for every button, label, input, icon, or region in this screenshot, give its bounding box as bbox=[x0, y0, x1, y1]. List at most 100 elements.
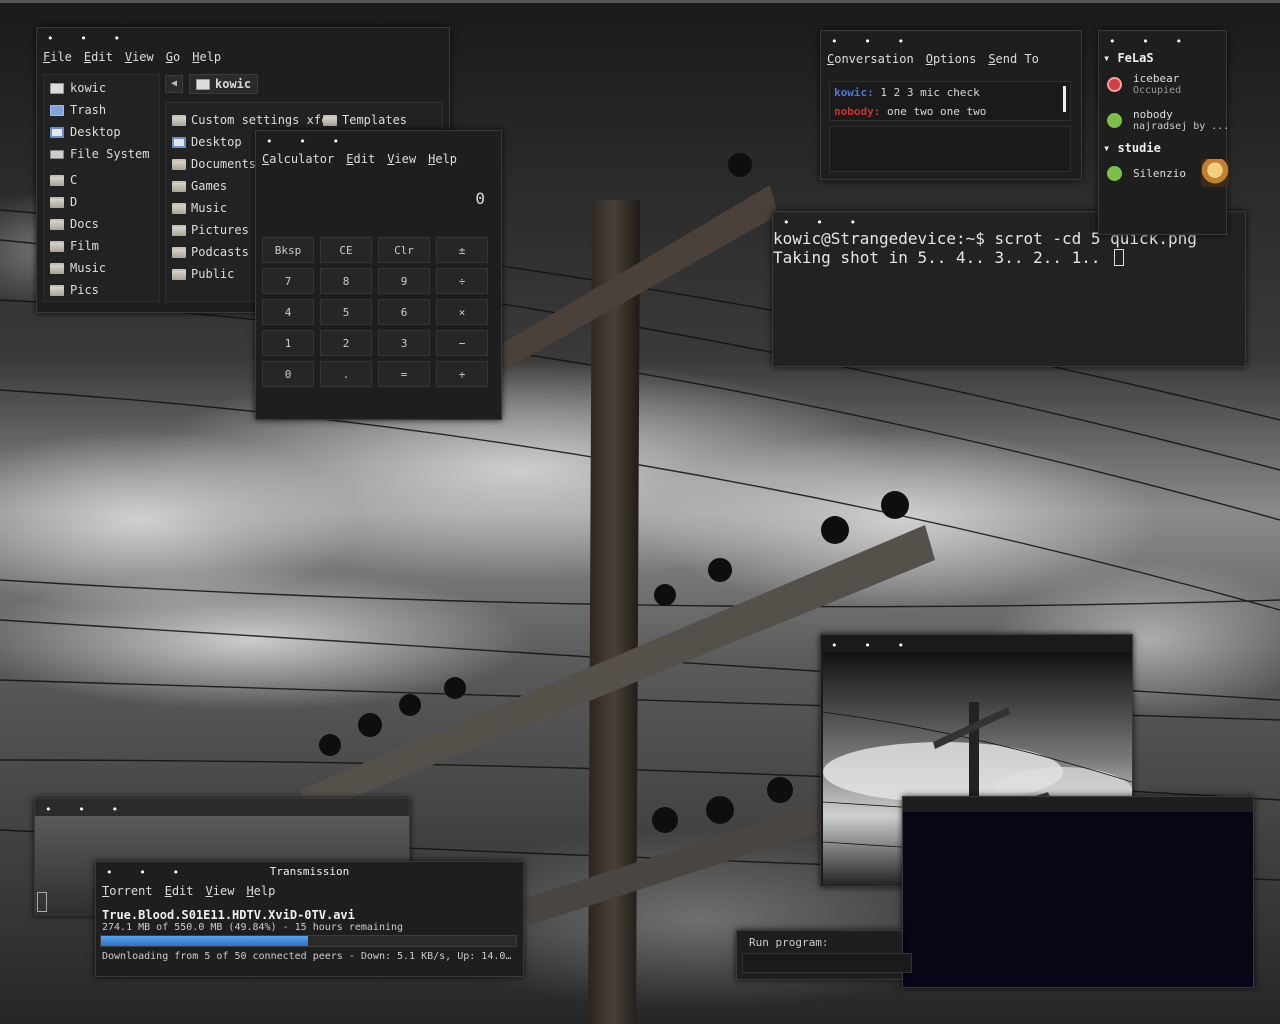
calc-button-nine[interactable]: 9 bbox=[378, 268, 430, 294]
window-controls[interactable]: • • • bbox=[266, 136, 349, 148]
calc-button-eight[interactable]: 8 bbox=[320, 268, 372, 294]
sidebar-item-c[interactable]: C bbox=[50, 171, 77, 189]
buddy-item[interactable]: nobody najradsej by ... bbox=[1107, 107, 1228, 137]
buddy-item[interactable]: icebear Occupied bbox=[1107, 71, 1225, 101]
menu-view[interactable]: View bbox=[387, 152, 416, 166]
chat-log: kowic: 1 2 3 mic check nobody: one two o… bbox=[829, 81, 1071, 121]
file-item-label: Documents bbox=[191, 157, 257, 171]
file-item-label: Games bbox=[191, 179, 228, 193]
calc-button-multiply[interactable]: × bbox=[436, 299, 488, 325]
menu-view[interactable]: View bbox=[206, 884, 235, 898]
file-item[interactable]: Documents bbox=[172, 155, 256, 173]
chat-input[interactable] bbox=[829, 126, 1071, 172]
menu-calculator[interactable]: Calculator bbox=[262, 152, 334, 166]
calc-button-six[interactable]: 6 bbox=[378, 299, 430, 325]
window-controls[interactable]: • • • bbox=[1109, 36, 1192, 48]
calc-button-plus-minus[interactable]: ± bbox=[436, 237, 488, 263]
folder-icon bbox=[50, 262, 64, 274]
calc-button-plus[interactable]: + bbox=[436, 361, 488, 387]
calc-button-backspace[interactable]: Bksp bbox=[262, 237, 314, 263]
file-item[interactable]: Music bbox=[172, 199, 227, 217]
chat-text: one two one two bbox=[886, 105, 987, 118]
sidebar-item-film[interactable]: Film bbox=[50, 237, 99, 255]
run-program-input[interactable] bbox=[742, 953, 912, 973]
calc-button-seven[interactable]: 7 bbox=[262, 268, 314, 294]
calc-button-one[interactable]: 1 bbox=[262, 330, 314, 356]
buddy-item[interactable]: Silenzio bbox=[1107, 159, 1229, 189]
window-controls[interactable]: • • • bbox=[47, 33, 130, 45]
menu-help[interactable]: Help bbox=[246, 884, 275, 898]
menu-torrent[interactable]: Torrent bbox=[102, 884, 153, 898]
chat-scrollbar[interactable] bbox=[1063, 86, 1066, 112]
avatar bbox=[1201, 159, 1229, 187]
buddy-name: nobody bbox=[1133, 108, 1173, 121]
back-arrow-icon[interactable]: ◀ bbox=[165, 75, 183, 93]
window-controls[interactable]: • • • bbox=[783, 217, 866, 229]
chat-text: 1 2 3 mic check bbox=[880, 86, 980, 99]
menu-go[interactable]: Go bbox=[166, 50, 180, 64]
calc-button-three[interactable]: 3 bbox=[378, 330, 430, 356]
run-program-dialog[interactable]: Run program: bbox=[736, 930, 912, 980]
home-folder-icon bbox=[50, 82, 64, 94]
folder-icon bbox=[172, 268, 186, 280]
file-item-label: Music bbox=[191, 201, 228, 215]
calc-button-equals[interactable]: = bbox=[378, 361, 430, 387]
menu-send-to[interactable]: Send To bbox=[988, 52, 1039, 66]
calc-button-clear-entry[interactable]: CE bbox=[320, 237, 372, 263]
file-item[interactable]: Custom settings xfce bbox=[172, 111, 336, 129]
file-item[interactable]: Games bbox=[172, 177, 227, 195]
available-icon bbox=[1107, 166, 1122, 181]
calc-button-zero[interactable]: 0 bbox=[262, 361, 314, 387]
calculator-window[interactable]: • • • Calculator Edit View Help 0 Bksp CE… bbox=[255, 130, 502, 420]
sidebar-item-label: C bbox=[70, 173, 78, 187]
calc-button-decimal[interactable]: . bbox=[320, 361, 372, 387]
window-controls[interactable]: • • • bbox=[831, 640, 914, 652]
calc-button-clear[interactable]: Clr bbox=[378, 237, 430, 263]
buddy-group-felas[interactable]: ▾ FeLaS bbox=[1103, 51, 1154, 65]
folder-icon bbox=[50, 240, 64, 252]
home-folder-icon bbox=[196, 78, 210, 90]
calc-button-minus[interactable]: − bbox=[436, 330, 488, 356]
transmission-window[interactable]: • • • Transmission Torrent Edit View Hel… bbox=[95, 861, 524, 977]
calc-button-two[interactable]: 2 bbox=[320, 330, 372, 356]
menu-edit[interactable]: Edit bbox=[165, 884, 194, 898]
menu-edit[interactable]: Edit bbox=[346, 152, 375, 166]
dark-window[interactable] bbox=[902, 796, 1254, 988]
sidebar-item-music[interactable]: Music bbox=[50, 259, 106, 277]
window-controls[interactable]: • • • bbox=[45, 804, 128, 816]
sidebar-item-d[interactable]: D bbox=[50, 193, 77, 211]
calc-button-five[interactable]: 5 bbox=[320, 299, 372, 325]
sidebar-item-pics[interactable]: Pics bbox=[50, 281, 99, 299]
calc-button-divide[interactable]: ÷ bbox=[436, 268, 488, 294]
empty-window-handle[interactable] bbox=[37, 892, 47, 912]
trash-icon bbox=[50, 104, 64, 116]
sidebar-item-docs[interactable]: Docs bbox=[50, 215, 99, 233]
file-item[interactable]: Desktop bbox=[172, 133, 242, 151]
file-item-label: Templates bbox=[342, 113, 408, 127]
folder-icon bbox=[172, 224, 186, 236]
calc-button-four[interactable]: 4 bbox=[262, 299, 314, 325]
torrent-name[interactable]: True.Blood.S01E11.HDTV.XviD-0TV.avi bbox=[102, 908, 355, 922]
chat-window[interactable]: • • • Conversation Options Send To kowic… bbox=[820, 30, 1082, 180]
menu-edit[interactable]: Edit bbox=[84, 50, 113, 64]
folder-icon bbox=[50, 284, 64, 296]
buddy-list-window[interactable]: • • • ▾ FeLaS icebear Occupied nobody na… bbox=[1098, 30, 1229, 235]
menu-help[interactable]: Help bbox=[428, 152, 457, 166]
sidebar-item-desktop[interactable]: Desktop bbox=[50, 123, 121, 141]
sidebar-item-filesystem[interactable]: File System bbox=[50, 145, 149, 163]
buddy-group-studie[interactable]: ▾ studie bbox=[1103, 141, 1161, 155]
file-item[interactable]: Public bbox=[172, 265, 234, 283]
menu-options[interactable]: Options bbox=[926, 52, 977, 66]
menu-file[interactable]: File bbox=[43, 50, 72, 64]
menu-view[interactable]: View bbox=[125, 50, 154, 64]
breadcrumb-current[interactable]: kowic bbox=[189, 74, 259, 94]
menu-help[interactable]: Help bbox=[192, 50, 221, 64]
file-item[interactable]: Podcasts bbox=[172, 243, 249, 261]
file-item[interactable]: Pictures bbox=[172, 221, 249, 239]
window-controls[interactable]: • • • bbox=[831, 36, 914, 48]
menu-conversation[interactable]: Conversation bbox=[827, 52, 914, 66]
sidebar-item-trash[interactable]: Trash bbox=[50, 101, 106, 119]
sidebar-item-kowic[interactable]: kowic bbox=[50, 79, 106, 97]
file-item[interactable]: Templates bbox=[323, 111, 407, 129]
sidebar-item-label: Film bbox=[70, 239, 99, 253]
